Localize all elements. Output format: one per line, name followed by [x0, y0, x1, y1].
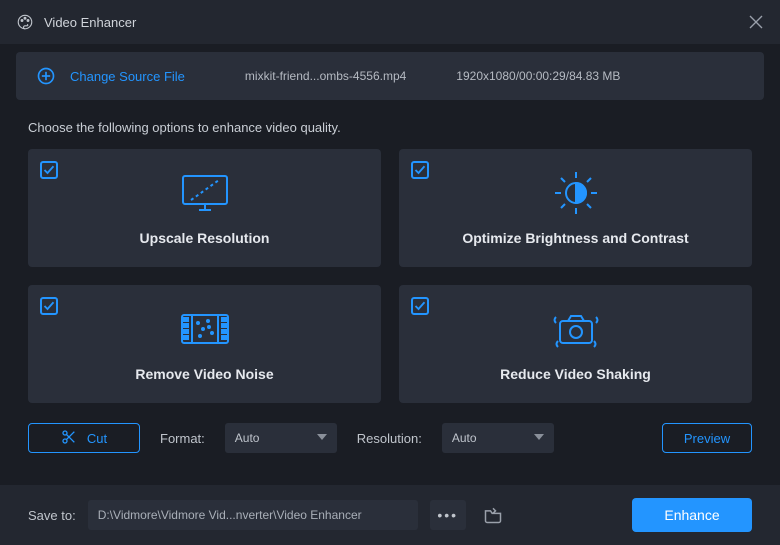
- source-filename: mixkit-friend...ombs-4556.mp4: [245, 69, 406, 83]
- folder-icon: [483, 506, 503, 524]
- card-optimize-brightness[interactable]: Optimize Brightness and Contrast: [399, 149, 752, 267]
- open-folder-button[interactable]: [478, 500, 508, 530]
- save-to-label: Save to:: [28, 508, 76, 523]
- preview-button[interactable]: Preview: [662, 423, 752, 453]
- resolution-label: Resolution:: [357, 431, 422, 446]
- card-remove-noise[interactable]: Remove Video Noise: [28, 285, 381, 403]
- format-label: Format:: [160, 431, 205, 446]
- card-label: Optimize Brightness and Contrast: [462, 230, 688, 246]
- checkbox-icon[interactable]: [40, 161, 58, 179]
- card-label: Upscale Resolution: [140, 230, 270, 246]
- save-path-field[interactable]: D:\Vidmore\Vidmore Vid...nverter\Video E…: [88, 500, 418, 530]
- preview-label: Preview: [684, 431, 730, 446]
- card-label: Reduce Video Shaking: [500, 366, 651, 382]
- dots-icon: •••: [437, 507, 458, 523]
- scissors-icon: [61, 429, 77, 448]
- change-source-link[interactable]: Change Source File: [70, 69, 185, 84]
- checkbox-icon[interactable]: [411, 161, 429, 179]
- monitor-icon: [179, 170, 231, 216]
- save-path-value: D:\Vidmore\Vidmore Vid...nverter\Video E…: [98, 508, 362, 522]
- options-grid: Upscale Resolution Optimize Brightness a…: [0, 149, 780, 403]
- close-icon[interactable]: [748, 14, 764, 30]
- filmstrip-noise-icon: [178, 306, 232, 352]
- card-reduce-shaking[interactable]: Reduce Video Shaking: [399, 285, 752, 403]
- instruction-text: Choose the following options to enhance …: [0, 100, 780, 149]
- camera-shake-icon: [550, 306, 602, 352]
- chevron-down-icon: [317, 431, 327, 445]
- cut-label: Cut: [87, 431, 107, 446]
- card-label: Remove Video Noise: [135, 366, 273, 382]
- controls-row: Cut Format: Auto Resolution: Auto Previe…: [0, 403, 780, 453]
- cut-button[interactable]: Cut: [28, 423, 140, 453]
- plus-circle-icon[interactable]: [36, 66, 56, 86]
- checkbox-icon[interactable]: [40, 297, 58, 315]
- chevron-down-icon: [534, 431, 544, 445]
- window-title: Video Enhancer: [44, 15, 748, 30]
- palette-icon: [16, 13, 34, 31]
- enhance-button[interactable]: Enhance: [632, 498, 752, 532]
- titlebar: Video Enhancer: [0, 0, 780, 44]
- bottom-bar: Save to: D:\Vidmore\Vidmore Vid...nverte…: [0, 485, 780, 545]
- card-upscale-resolution[interactable]: Upscale Resolution: [28, 149, 381, 267]
- browse-button[interactable]: •••: [430, 500, 466, 530]
- resolution-select[interactable]: Auto: [442, 423, 554, 453]
- brightness-icon: [553, 170, 599, 216]
- source-fileinfo: 1920x1080/00:00:29/84.83 MB: [456, 69, 620, 83]
- enhance-label: Enhance: [664, 507, 719, 523]
- format-value: Auto: [235, 431, 260, 445]
- source-row: Change Source File mixkit-friend...ombs-…: [16, 52, 764, 100]
- checkbox-icon[interactable]: [411, 297, 429, 315]
- resolution-value: Auto: [452, 431, 477, 445]
- format-select[interactable]: Auto: [225, 423, 337, 453]
